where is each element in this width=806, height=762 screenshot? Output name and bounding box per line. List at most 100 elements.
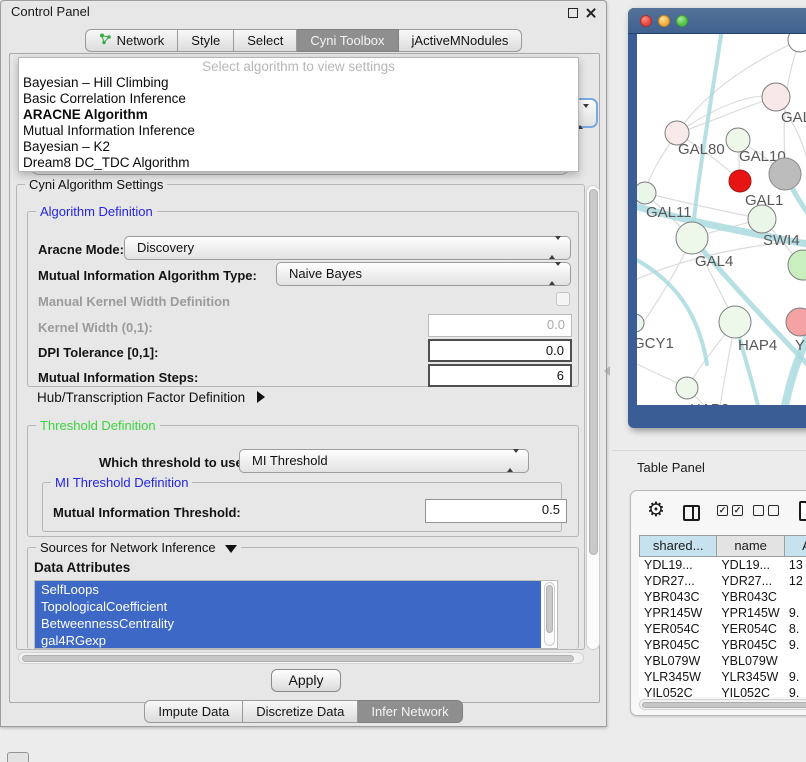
tab-select[interactable]: Select xyxy=(234,29,297,52)
network-node-hap4[interactable] xyxy=(719,306,751,338)
node-label-gal1: GAL1 xyxy=(745,192,783,209)
attributes-scrollbar[interactable] xyxy=(544,582,555,646)
tab-label: Style xyxy=(191,30,220,52)
tab-impute-data[interactable]: Impute Data xyxy=(144,700,243,723)
dpi-tolerance-label: DPI Tolerance [0,1]: xyxy=(38,345,158,360)
tab-infer-network[interactable]: Infer Network xyxy=(358,700,462,723)
kernel-width-label: Kernel Width (0,1): xyxy=(38,320,153,335)
dropdown-item-bayesian-hill-climbing[interactable]: Bayesian – Hill Climbing xyxy=(19,75,578,91)
algorithm-definition-group: Algorithm Definition Aracne Mode: Discov… xyxy=(27,211,579,387)
network-node-y[interactable] xyxy=(786,308,806,336)
hub-definition-label: Hub/Transcription Factor Definition xyxy=(37,390,245,405)
zoom-traffic-light[interactable] xyxy=(676,15,688,27)
network-tab-icon xyxy=(99,30,112,52)
network-canvas[interactable]: GALGAL80GAL10GAL1GAL11SWI4GAL4GCY1HAP4YH… xyxy=(637,34,806,405)
mi-type-combobox[interactable]: Naive Bayes xyxy=(276,262,571,286)
table-cell: 9. xyxy=(785,637,806,653)
close-traffic-light[interactable] xyxy=(640,15,652,27)
tab-jactivemnodules[interactable]: jActiveMNodules xyxy=(399,29,523,52)
settings-horizontal-scrollbar[interactable] xyxy=(18,652,584,664)
hub-definition-toggle[interactable]: Hub/Transcription Factor Definition xyxy=(37,390,265,405)
dropdown-item-mutual-information-inference[interactable]: Mutual Information Inference xyxy=(19,123,578,139)
window-title: Control Panel xyxy=(11,4,90,19)
table-cell: YIL052C xyxy=(717,685,785,697)
unchecked-box-icon xyxy=(753,505,764,516)
select-all-columns-icon[interactable]: ✓ ✓ xyxy=(717,505,743,516)
tab-style[interactable]: Style xyxy=(178,29,234,52)
network-nodes-layer: GALGAL80GAL10GAL1GAL11SWI4GAL4GCY1HAP4YH… xyxy=(637,34,806,405)
network-node[interactable] xyxy=(729,170,751,192)
tab-discretize-data[interactable]: Discretize Data xyxy=(243,700,358,723)
dropdown-item-dream8-dc-tdc-algorithm[interactable]: Dream8 DC_TDC Algorithm xyxy=(19,155,578,171)
document-icon[interactable] xyxy=(799,501,806,521)
table-cell xyxy=(785,653,806,669)
network-node-gal1[interactable] xyxy=(748,205,776,233)
attributes-scrollbar-thumb[interactable] xyxy=(546,585,553,633)
tab-network[interactable]: Network xyxy=(85,29,179,52)
network-node-gal[interactable] xyxy=(762,83,790,111)
table-hscrollbar-thumb[interactable] xyxy=(642,702,806,708)
network-node-hap2[interactable] xyxy=(676,377,698,399)
list-item-gal4rgexp[interactable]: gal4RGexp xyxy=(35,632,541,649)
table-row[interactable]: YDL19...YDL19...13 xyxy=(639,557,806,573)
network-node-gcy1[interactable] xyxy=(637,314,644,332)
table-row[interactable]: YBR043CYBR043C xyxy=(639,589,806,605)
dpi-tolerance-field[interactable]: 0.0 xyxy=(428,339,572,362)
split-panel-icon[interactable] xyxy=(683,505,700,521)
splitter-handle[interactable] xyxy=(604,366,610,376)
table-row[interactable]: YIL052CYIL052C9. xyxy=(639,685,806,697)
dropdown-item-aracne-algorithm[interactable]: ARACNE Algorithm xyxy=(19,107,578,123)
mi-steps-field[interactable]: 6 xyxy=(428,364,572,387)
column-header-shared[interactable]: shared... xyxy=(639,535,717,557)
list-item-betweennesscentrality[interactable]: BetweennessCentrality xyxy=(35,615,541,632)
table-row[interactable]: YDR27...YDR27...12 xyxy=(639,573,806,589)
sources-legend[interactable]: Sources for Network Inference xyxy=(36,540,241,555)
settings-vertical-scrollbar[interactable] xyxy=(586,185,600,650)
settings-hscrollbar-thumb[interactable] xyxy=(22,655,574,662)
algorithm-dropdown-list: Select algorithm to view settingsBayesia… xyxy=(18,57,579,172)
column-header-name[interactable]: name xyxy=(717,535,785,557)
table-horizontal-scrollbar[interactable] xyxy=(639,699,806,710)
deselect-all-columns-icon[interactable] xyxy=(753,505,779,516)
gear-icon[interactable]: ⚙ xyxy=(647,499,665,521)
node-label-gal11: GAL11 xyxy=(646,204,692,221)
table-cell: YIL052C xyxy=(639,685,717,697)
aracne-mode-combobox[interactable]: Discovery xyxy=(124,236,571,260)
tab-cyni-toolbox[interactable]: Cyni Toolbox xyxy=(297,29,398,52)
checked-box-icon: ✓ xyxy=(717,505,728,516)
table-row[interactable]: YPR145WYPR145W9. xyxy=(639,605,806,621)
table-row[interactable]: YBR045CYBR045C9. xyxy=(639,637,806,653)
network-node[interactable] xyxy=(769,158,801,190)
network-node[interactable] xyxy=(788,34,806,52)
mi-type-value: Naive Bayes xyxy=(289,266,362,281)
table-cell: 13 xyxy=(785,557,806,573)
dock-chip[interactable] xyxy=(7,752,29,762)
kernel-width-field[interactable]: 0.0 xyxy=(428,314,572,337)
list-item-selfloops[interactable]: SelfLoops xyxy=(35,581,541,598)
network-node[interactable] xyxy=(788,250,806,280)
node-label-gal80: GAL80 xyxy=(678,141,725,158)
mi-threshold-field[interactable]: 0.5 xyxy=(425,499,567,523)
network-node-gal11[interactable] xyxy=(637,182,656,204)
table-row[interactable]: YER054CYER054C8. xyxy=(639,621,806,637)
close-icon[interactable] xyxy=(585,7,597,19)
network-node-gal4[interactable] xyxy=(676,222,708,254)
node-label-swi4: SWI4 xyxy=(763,232,800,249)
settings-scrollbar-thumb[interactable] xyxy=(589,189,598,555)
sources-legend-text: Sources for Network Inference xyxy=(40,540,216,555)
list-item-topologicalcoefficient[interactable]: TopologicalCoefficient xyxy=(35,598,541,615)
mi-threshold-label: Mutual Information Threshold: xyxy=(53,505,241,520)
table-cell xyxy=(785,589,806,605)
dropdown-item-basic-correlation-inference[interactable]: Basic Correlation Inference xyxy=(19,91,578,107)
float-window-icon[interactable] xyxy=(568,8,578,18)
manual-kernel-checkbox[interactable] xyxy=(556,292,570,306)
data-attributes-list[interactable]: SelfLoopsTopologicalCoefficientBetweenne… xyxy=(34,580,558,649)
table-row[interactable]: YBL079WYBL079W xyxy=(639,653,806,669)
which-threshold-combobox[interactable]: MI Threshold xyxy=(239,449,529,473)
column-header-a[interactable]: A xyxy=(785,535,806,557)
minimize-traffic-light[interactable] xyxy=(658,15,670,27)
table-row[interactable]: YLR345WYLR345W9. xyxy=(639,669,806,685)
apply-button[interactable]: Apply xyxy=(271,669,341,692)
table-cell: YBR045C xyxy=(639,637,717,653)
dropdown-item-bayesian-k2[interactable]: Bayesian – K2 xyxy=(19,139,578,155)
